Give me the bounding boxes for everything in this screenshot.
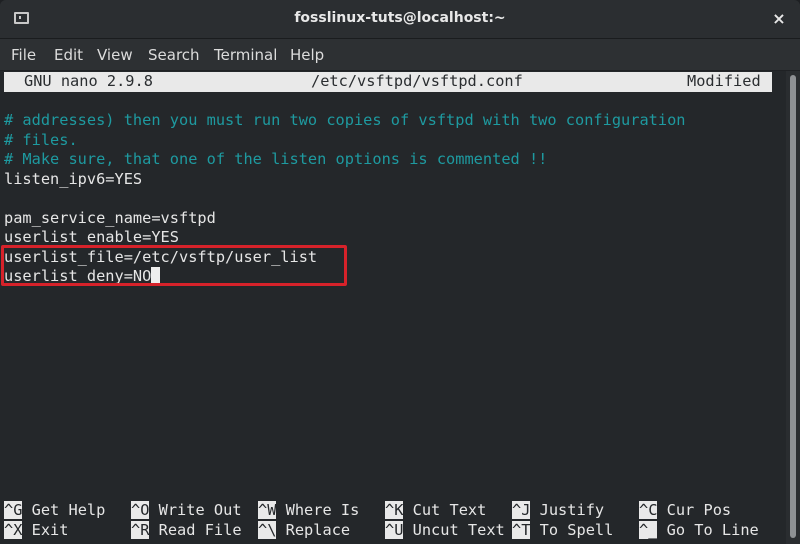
shortcut-key: ^_ — [639, 521, 658, 539]
shortcut-justify[interactable]: ^J Justify — [512, 501, 604, 521]
shortcut-label: To Spell — [539, 521, 614, 539]
nano-filename: /etc/vsftpd/vsftpd.conf — [311, 72, 523, 90]
shortcut-label: Read File — [158, 521, 242, 539]
shortcut-exit[interactable]: ^X Exit — [4, 521, 68, 541]
shortcut-key: ^G — [4, 501, 23, 519]
shortcut-where-is[interactable]: ^W Where Is — [258, 501, 359, 521]
shortcut-write-out[interactable]: ^O Write Out — [131, 501, 242, 521]
highlight-annotation-box — [1, 245, 347, 286]
menu-search[interactable]: Search — [148, 46, 200, 64]
shortcut-key: ^U — [385, 521, 404, 539]
terminal-area[interactable]: GNU nano 2.9.8 /etc/vsftpd/vsftpd.conf M… — [0, 71, 800, 544]
terminal-window: fosslinux-tuts@localhost:~ × File Edit V… — [0, 0, 800, 544]
title-bar: fosslinux-tuts@localhost:~ × — [0, 0, 800, 39]
shortcut-key: ^O — [131, 501, 150, 519]
shortcut-to-spell[interactable]: ^T To Spell — [512, 521, 613, 541]
shortcut-label: Replace — [285, 521, 351, 539]
shortcut-cut-text[interactable]: ^K Cut Text — [385, 501, 486, 521]
shortcut-key: ^W — [258, 501, 277, 519]
shortcut-go-to-line[interactable]: ^_ Go To Line — [639, 521, 759, 541]
menu-bar: File Edit View Search Terminal Help — [0, 39, 800, 71]
shortcut-label: Write Out — [158, 501, 242, 519]
shortcut-label: Cur Pos — [666, 501, 732, 519]
menu-terminal[interactable]: Terminal — [214, 46, 277, 64]
nano-header-bar: GNU nano 2.9.8 /etc/vsftpd/vsftpd.conf M… — [4, 72, 772, 92]
shortcut-read-file[interactable]: ^R Read File — [131, 521, 242, 541]
menu-help[interactable]: Help — [290, 46, 324, 64]
menu-file[interactable]: File — [11, 46, 36, 64]
nano-status: Modified — [687, 72, 761, 90]
editor-line-comment: # files. — [4, 130, 78, 149]
shortcut-key: ^\ — [258, 521, 277, 539]
shortcut-key: ^T — [512, 521, 531, 539]
editor-line-comment: # Make sure, that one of the listen opti… — [4, 150, 548, 168]
shortcut-label: Uncut Text — [412, 521, 505, 539]
shortcut-label: Exit — [31, 521, 69, 539]
shortcut-label: Cut Text — [412, 501, 487, 519]
shortcut-label: Get Help — [31, 501, 106, 519]
shortcut-key: ^R — [131, 521, 150, 539]
scrollbar-thumb[interactable] — [790, 75, 796, 538]
scrollbar[interactable] — [786, 71, 800, 544]
shortcut-key: ^C — [639, 501, 658, 519]
nano-version: GNU nano 2.9.8 — [24, 72, 153, 90]
shortcut-get-help[interactable]: ^G Get Help — [4, 501, 105, 521]
close-button[interactable]: × — [768, 8, 790, 30]
menu-edit[interactable]: Edit — [54, 46, 83, 64]
shortcut-cur-pos[interactable]: ^C Cur Pos — [639, 501, 731, 521]
editor-line-setting: listen_ipv6=YES — [4, 169, 143, 188]
editor-line-comment: # addresses) then you must run two copie… — [4, 111, 686, 129]
editor-line-setting: pam_service_name=vsftpd — [4, 208, 216, 227]
shortcut-label: Go To Line — [666, 521, 759, 539]
window-title: fosslinux-tuts@localhost:~ — [294, 10, 506, 26]
shortcut-label: Where Is — [285, 501, 360, 519]
shortcut-key: ^K — [385, 501, 404, 519]
shortcut-replace[interactable]: ^\ Replace — [258, 521, 350, 541]
menu-view[interactable]: View — [97, 46, 133, 64]
shortcut-key: ^J — [512, 501, 531, 519]
shortcut-key: ^X — [4, 521, 23, 539]
shortcut-uncut-text[interactable]: ^U Uncut Text — [385, 521, 505, 541]
shortcut-label: Justify — [539, 501, 605, 519]
